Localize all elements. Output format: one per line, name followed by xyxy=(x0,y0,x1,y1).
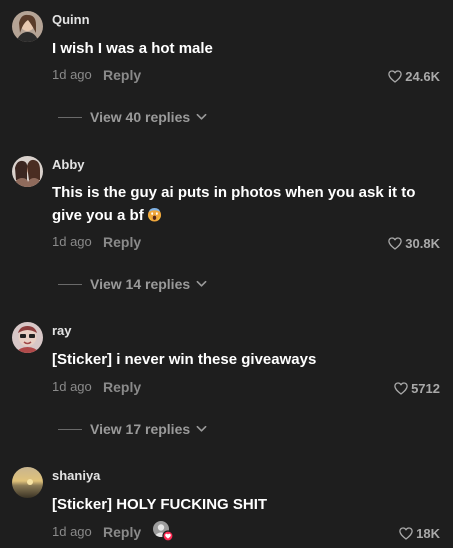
reply-button[interactable]: Reply xyxy=(103,524,141,540)
view-replies-label: View 14 replies xyxy=(90,276,191,292)
comment-username[interactable]: Quinn xyxy=(52,12,90,27)
comment-meta: 1d ago Reply 30.8K xyxy=(52,234,442,252)
view-replies-button[interactable]: View 40 replies xyxy=(58,108,207,126)
comment-text: [Sticker] HOLY FUCKING SHIT xyxy=(52,496,268,513)
avatar[interactable] xyxy=(12,11,43,42)
like-count: 24.6K xyxy=(405,68,440,84)
heart-outline-icon xyxy=(394,381,408,395)
view-replies-button[interactable]: View 17 replies xyxy=(58,420,207,438)
heart-outline-icon xyxy=(388,236,403,250)
comment-username[interactable]: shaniya xyxy=(52,468,100,483)
comment-text-content: This is the guy ai puts in photos when y… xyxy=(52,184,416,224)
heart-outline-icon xyxy=(388,69,403,83)
comment-timestamp: 1d ago xyxy=(52,524,92,539)
like-button[interactable]: 30.8K xyxy=(388,234,440,252)
comment-text: I wish I was a hot male xyxy=(52,40,213,57)
divider-line xyxy=(58,283,82,285)
divider-line xyxy=(58,428,82,430)
comment-username[interactable]: Abby xyxy=(52,157,85,172)
chevron-down-icon xyxy=(196,425,207,432)
reply-button[interactable]: Reply xyxy=(103,67,141,83)
chevron-down-icon xyxy=(196,280,207,287)
view-replies-button[interactable]: View 14 replies xyxy=(58,275,207,293)
view-replies-label: View 17 replies xyxy=(90,421,191,437)
comment-timestamp: 1d ago xyxy=(52,67,92,82)
divider-line xyxy=(58,116,82,118)
like-button[interactable]: 24.6K xyxy=(388,67,440,85)
chevron-down-icon xyxy=(196,113,207,120)
comment-username[interactable]: ray xyxy=(52,323,72,338)
comment-meta: 1d ago Reply 5712 xyxy=(52,379,442,397)
view-replies-label: View 40 replies xyxy=(90,109,191,125)
avatar[interactable] xyxy=(12,322,43,353)
avatar[interactable] xyxy=(12,467,43,498)
like-count: 30.8K xyxy=(405,235,440,251)
like-count: 5712 xyxy=(411,380,440,396)
comment-meta: 1d ago Reply 24.6K xyxy=(52,67,442,85)
comment-timestamp: 1d ago xyxy=(52,234,92,249)
reply-button[interactable]: Reply xyxy=(103,379,141,395)
reply-button[interactable]: Reply xyxy=(103,234,141,250)
comment-text: This is the guy ai puts in photos when y… xyxy=(52,181,422,227)
heart-outline-icon xyxy=(399,526,413,540)
comment-timestamp: 1d ago xyxy=(52,379,92,394)
creator-liked-avatar-icon xyxy=(153,521,174,542)
comment-meta: 1d ago Reply 18K xyxy=(52,521,442,542)
screaming-face-emoji-icon xyxy=(147,207,161,222)
like-button[interactable]: 5712 xyxy=(394,379,440,397)
like-count: 18K xyxy=(416,525,440,541)
comment-text: [Sticker] i never win these giveaways xyxy=(52,351,317,368)
avatar[interactable] xyxy=(12,156,43,187)
like-button[interactable]: 18K xyxy=(399,524,440,542)
